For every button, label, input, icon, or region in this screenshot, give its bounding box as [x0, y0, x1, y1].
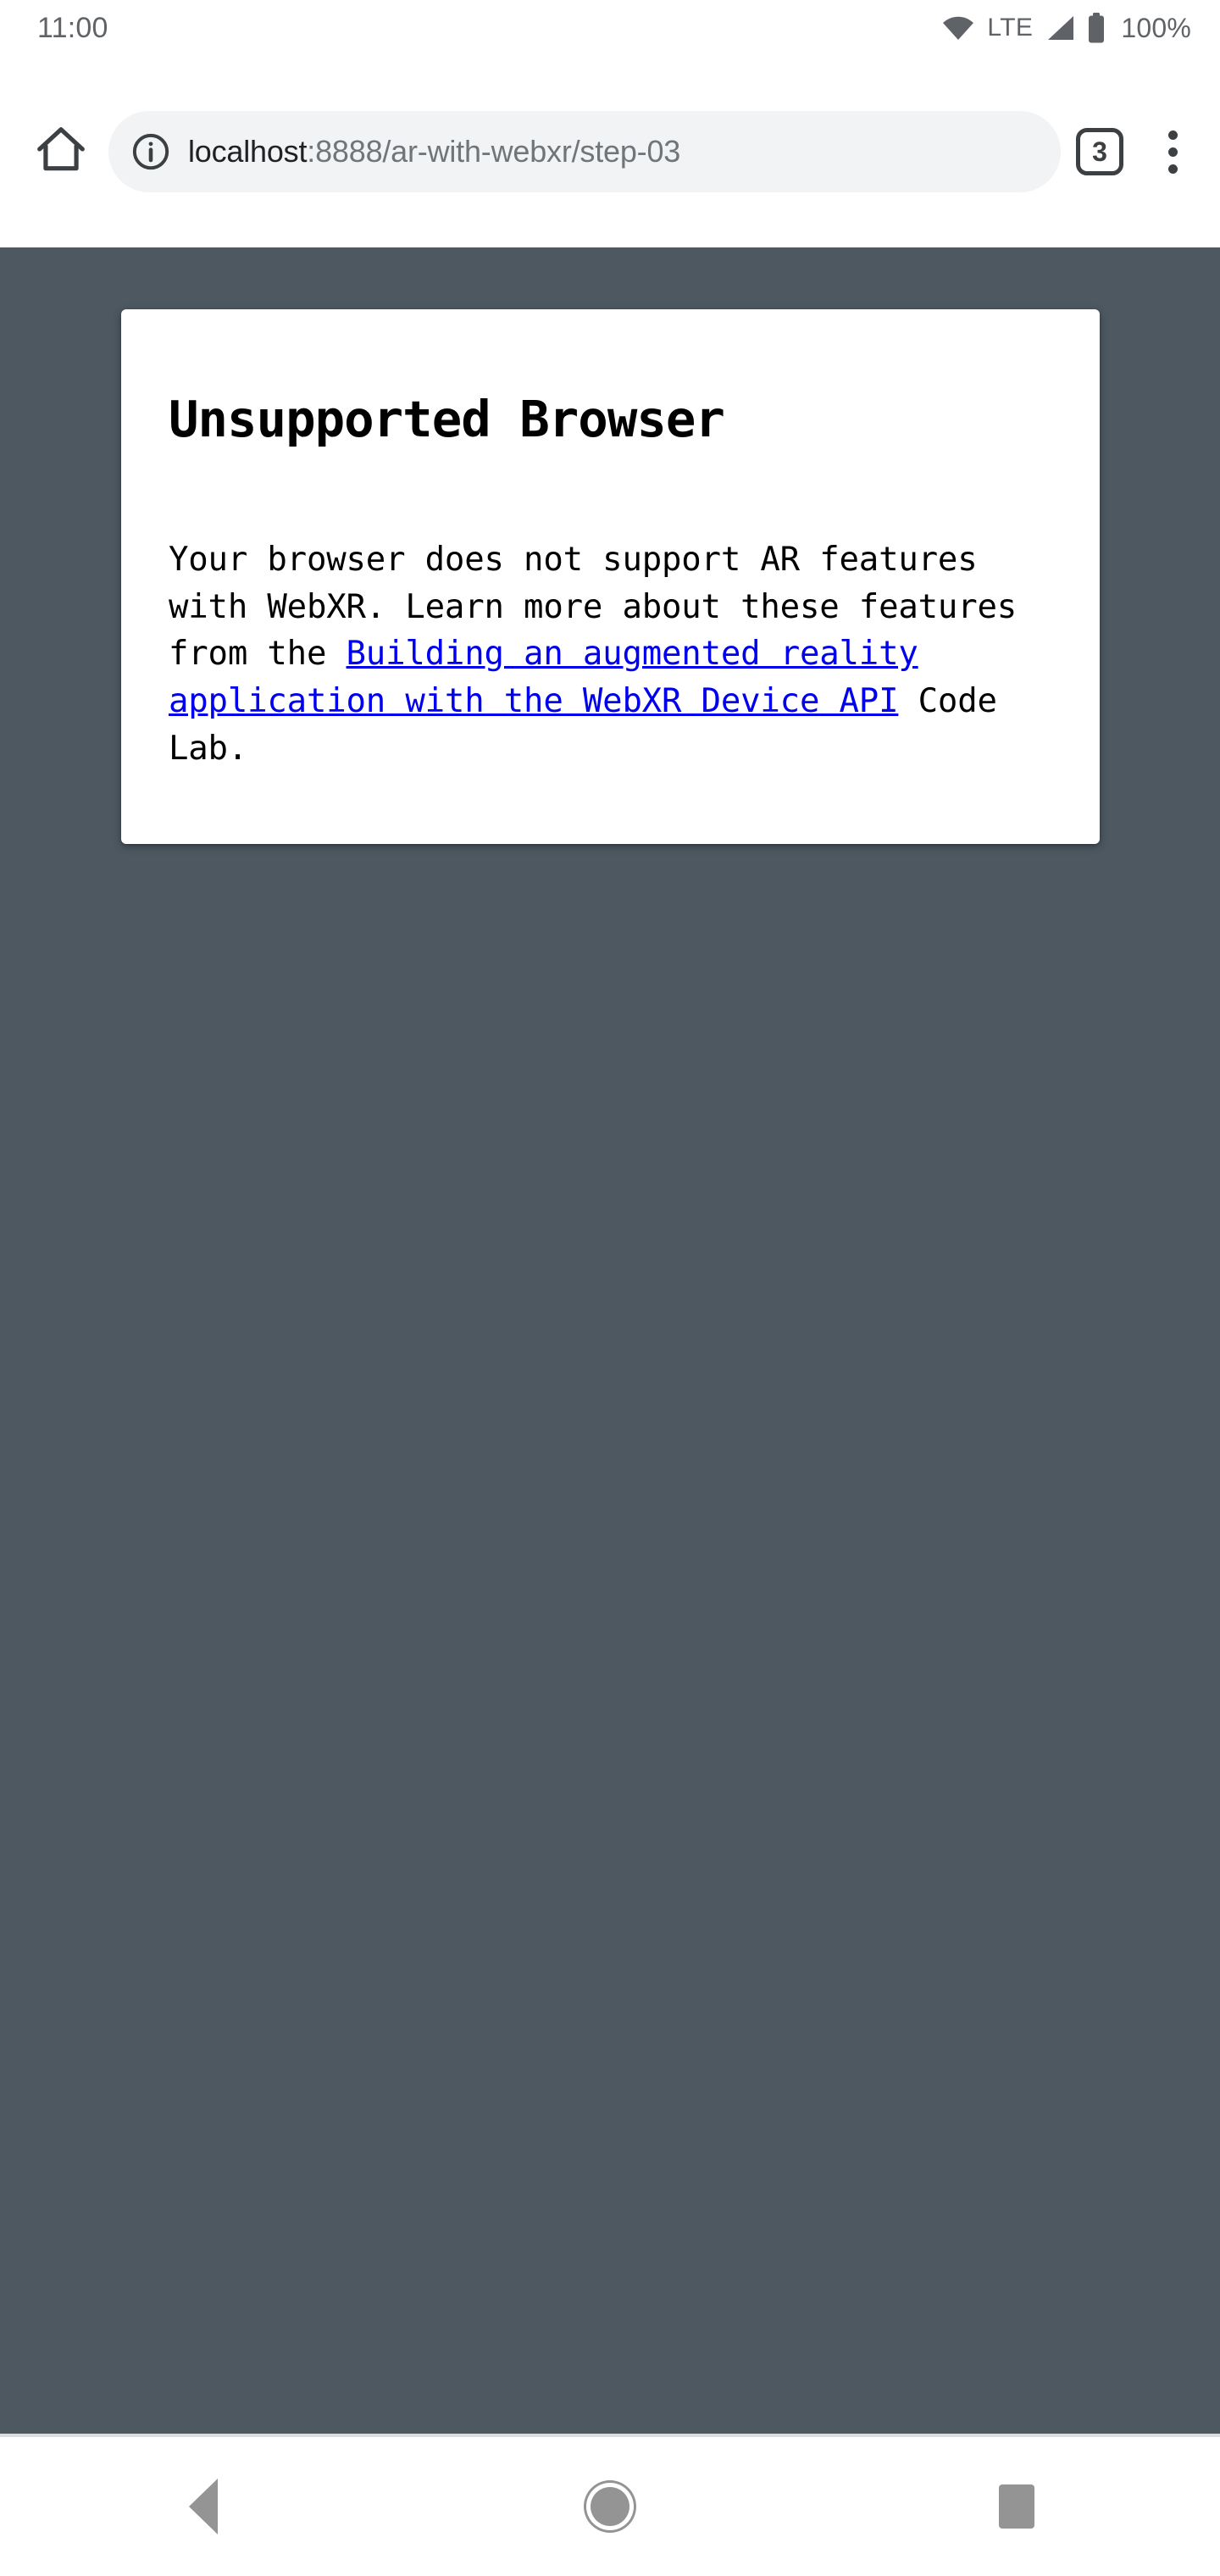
omnibox[interactable]: localhost:8888/ar-with-webxr/step-03	[108, 111, 1061, 192]
battery-icon	[1087, 13, 1106, 43]
info-icon[interactable]	[129, 130, 173, 174]
url-display[interactable]: localhost:8888/ar-with-webxr/step-03	[188, 134, 1061, 169]
menu-dot-middle	[1167, 147, 1178, 157]
nav-recents-button[interactable]	[940, 2456, 1093, 2557]
signal-icon	[1045, 14, 1075, 42]
url-path: :8888/ar-with-webxr/step-03	[307, 134, 681, 169]
browser-toolbar: localhost:8888/ar-with-webxr/step-03 3	[0, 56, 1220, 247]
status-bar-indicators: LTE 100%	[941, 13, 1191, 44]
page-title: Unsupported Browser	[169, 390, 725, 448]
network-type-label: LTE	[987, 14, 1034, 42]
home-button[interactable]	[22, 113, 100, 191]
back-triangle-icon	[189, 2479, 218, 2534]
nav-home-button[interactable]	[534, 2456, 686, 2557]
unsupported-browser-message: Your browser does not support AR feature…	[169, 536, 1052, 773]
recents-square-icon	[999, 2484, 1034, 2529]
home-circle-icon	[591, 2487, 629, 2526]
status-bar-clock: 11:00	[37, 12, 108, 44]
nav-back-button[interactable]	[127, 2456, 280, 2557]
android-nav-bar	[0, 2434, 1220, 2576]
status-bar: 11:00 LTE 100%	[0, 0, 1220, 56]
home-icon	[35, 124, 87, 180]
menu-dot-bottom	[1167, 164, 1178, 174]
page-viewport: Unsupported Browser Your browser does no…	[0, 247, 1220, 2434]
tab-switcher-button[interactable]: 3	[1076, 128, 1123, 175]
menu-dot-top	[1167, 130, 1178, 140]
unsupported-browser-card: Unsupported Browser Your browser does no…	[121, 309, 1100, 844]
url-host: localhost	[188, 134, 308, 169]
overflow-menu-button[interactable]	[1147, 115, 1198, 188]
battery-percent-label: 100%	[1121, 12, 1191, 43]
wifi-icon	[941, 15, 975, 41]
